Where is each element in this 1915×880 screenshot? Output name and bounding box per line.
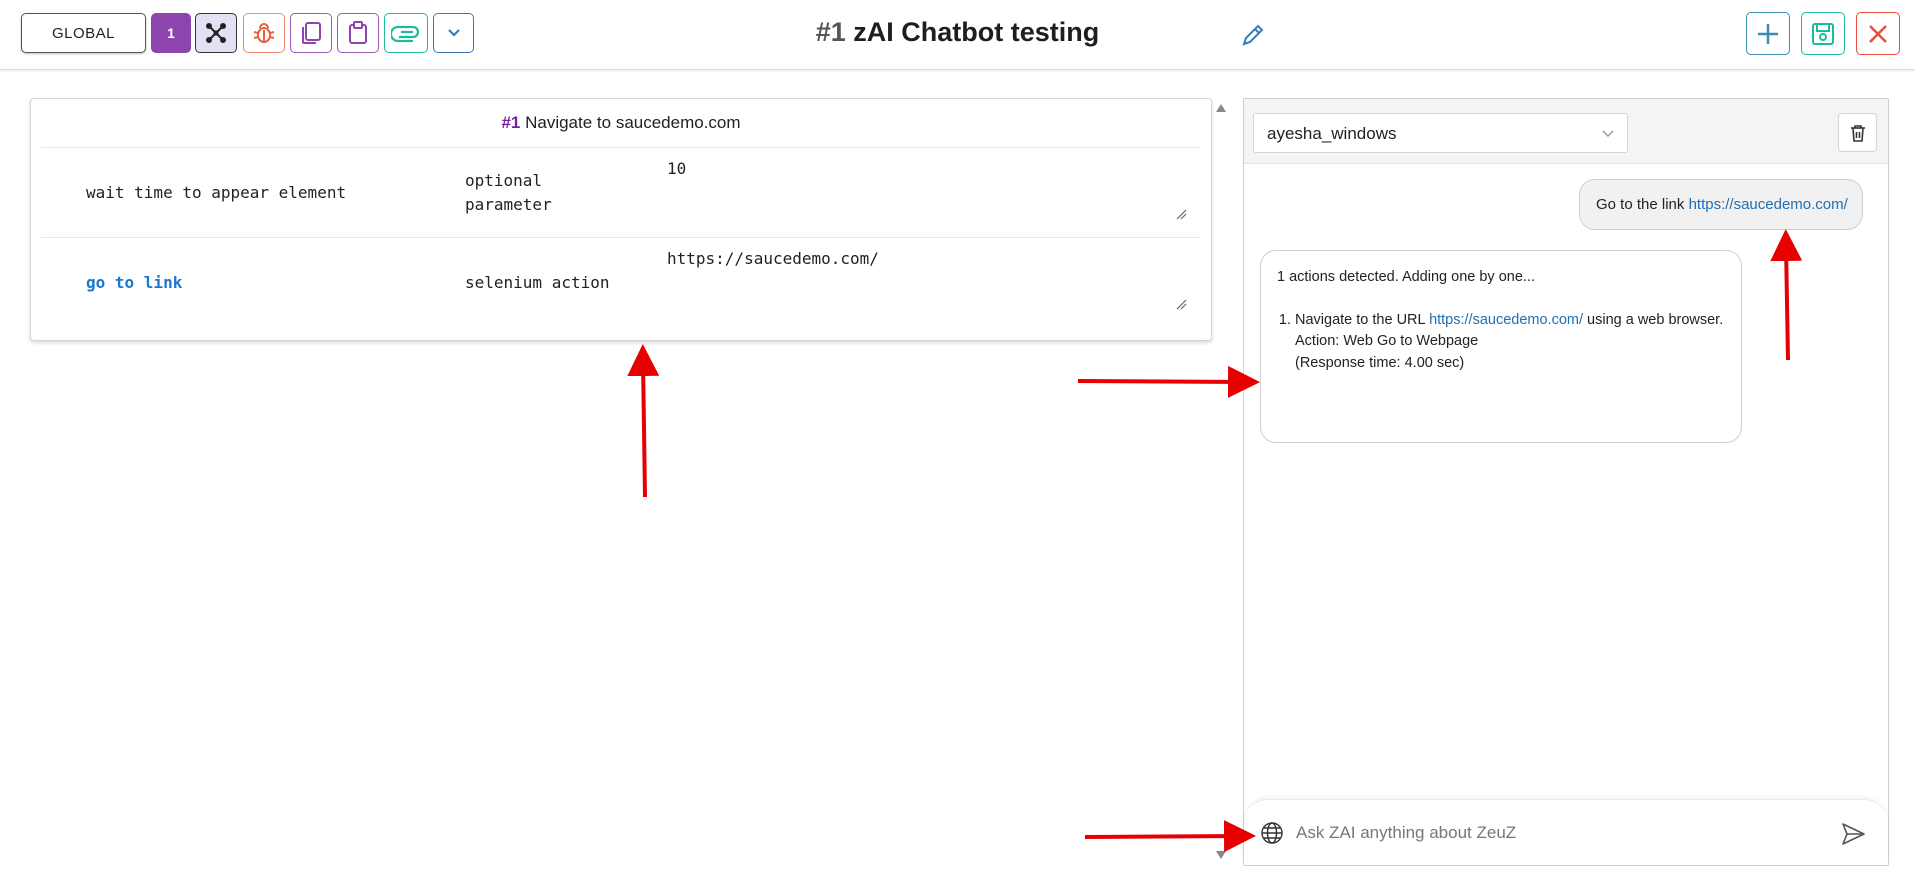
- model-select[interactable]: ayesha_windows: [1253, 113, 1628, 153]
- annotation-arrow: [1077, 365, 1260, 398]
- annotation-arrow: [1084, 820, 1256, 853]
- row-type-label: selenium action: [465, 273, 610, 292]
- user-message-link[interactable]: https://saucedemo.com/: [1689, 196, 1848, 213]
- more-options-button[interactable]: [433, 13, 474, 53]
- add-button[interactable]: [1746, 12, 1790, 55]
- graph-button[interactable]: [195, 13, 237, 53]
- close-icon: [1869, 24, 1887, 43]
- row-value-field[interactable]: https://saucedemo.com/: [667, 249, 1189, 312]
- resize-grip-icon[interactable]: [1175, 298, 1187, 310]
- bot-item-text: Navigate to the URL: [1295, 311, 1430, 328]
- user-message-text: Go to the link: [1596, 196, 1689, 213]
- globe-icon[interactable]: [1260, 821, 1284, 845]
- row-type-label: optional parameter: [465, 171, 552, 214]
- step-count-button[interactable]: 1: [151, 13, 191, 53]
- chevron-down-icon: [1602, 130, 1614, 137]
- model-select-value: ayesha_windows: [1267, 124, 1397, 143]
- row-value-text: 10: [667, 159, 687, 178]
- row-value-text: https://saucedemo.com/: [667, 249, 879, 268]
- list-item: Navigate to the URL https://saucedemo.co…: [1295, 310, 1725, 375]
- resize-grip-icon[interactable]: [1175, 208, 1187, 220]
- close-button[interactable]: [1856, 12, 1900, 55]
- bug-icon: [253, 23, 275, 43]
- row-divider: [41, 147, 1201, 148]
- paperclip-icon: [391, 25, 420, 43]
- bot-item-suffix: using a web browser.: [1583, 311, 1724, 328]
- step-card: #1 Navigate to saucedemo.com wait time t…: [30, 98, 1212, 341]
- chat-input-bar: [1244, 799, 1888, 865]
- save-button[interactable]: [1801, 12, 1845, 55]
- top-toolbar: GLOBAL 1 #1 zAI Chatbot testing: [0, 0, 1915, 70]
- step-header[interactable]: #1 Navigate to saucedemo.com: [31, 113, 1211, 133]
- debug-button[interactable]: [243, 13, 285, 53]
- chat-input[interactable]: [1296, 818, 1816, 848]
- row-value-field[interactable]: 10: [667, 159, 1189, 222]
- row-action-label[interactable]: wait time to appear element: [86, 183, 346, 202]
- clipboard-icon: [349, 21, 367, 44]
- bot-intro-text: 1 actions detected. Adding one by one...: [1277, 269, 1535, 285]
- graph-icon: [206, 23, 226, 43]
- send-icon[interactable]: [1840, 821, 1866, 847]
- bot-response-time: (Response time: 4.00 sec): [1295, 354, 1465, 371]
- save-icon: [1812, 22, 1834, 45]
- chat-header: ayesha_windows: [1244, 99, 1888, 164]
- copy-button[interactable]: [290, 13, 332, 53]
- chevron-down-icon: [447, 29, 460, 37]
- page-title: #1 zAI Chatbot testing: [0, 17, 1915, 48]
- bot-item-link[interactable]: https://saucedemo.com/: [1429, 312, 1583, 328]
- pencil-icon[interactable]: [1239, 21, 1267, 49]
- row-action-link[interactable]: go to link: [86, 273, 182, 292]
- plus-icon: [1758, 23, 1778, 44]
- step-title: Navigate to saucedemo.com: [525, 113, 741, 132]
- title-text: zAI Chatbot testing: [853, 17, 1100, 47]
- bot-message-bubble: 1 actions detected. Adding one by one...…: [1260, 250, 1742, 443]
- annotation-arrow: [627, 344, 660, 498]
- attach-button[interactable]: [384, 13, 428, 53]
- bot-action-list: Navigate to the URL https://saucedemo.co…: [1277, 310, 1725, 375]
- trash-icon: [1850, 124, 1865, 142]
- chat-panel: ayesha_windows Go to the link https://sa…: [1243, 98, 1889, 866]
- title-step-number: #1: [815, 17, 846, 47]
- clear-chat-button[interactable]: [1838, 113, 1877, 152]
- copy-icon: [302, 22, 321, 44]
- row-divider: [41, 237, 1201, 238]
- scroll-up-arrow-icon[interactable]: [1215, 103, 1227, 113]
- bot-action-line: Action: Web Go to Webpage: [1295, 333, 1479, 349]
- step-number: #1: [501, 113, 521, 132]
- scroll-down-arrow-icon[interactable]: [1215, 850, 1227, 860]
- global-button[interactable]: GLOBAL: [21, 13, 146, 53]
- user-message-bubble: Go to the link https://saucedemo.com/: [1579, 179, 1863, 230]
- clipboard-button[interactable]: [337, 13, 379, 53]
